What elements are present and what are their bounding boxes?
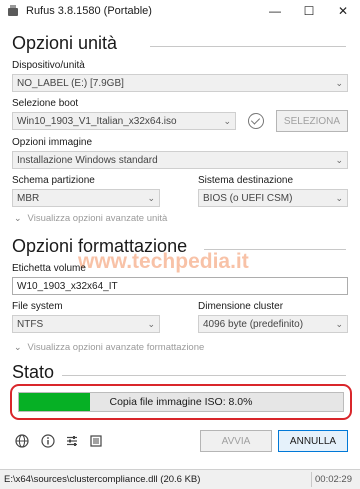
cancel-button[interactable]: ANNULLA: [278, 430, 348, 452]
image-option-label: Opzioni immagine: [12, 137, 93, 148]
advanced-format-options-toggle[interactable]: ⌄ Visualizza opzioni avanzate formattazi…: [14, 342, 204, 353]
maximize-button[interactable]: ☐: [292, 0, 326, 22]
partition-scheme-select[interactable]: MBR ⌄: [12, 189, 160, 207]
globe-icon[interactable]: [14, 433, 30, 449]
start-button[interactable]: AVVIA: [200, 430, 272, 452]
chevron-down-icon: ⌄: [147, 193, 155, 203]
section-divider: [62, 375, 346, 376]
drive-properties-heading: Opzioni unità: [12, 33, 118, 53]
image-option-value: Installazione Windows standard: [17, 154, 158, 166]
filesystem-select[interactable]: NTFS ⌄: [12, 315, 160, 333]
chevron-down-icon: ⌄: [14, 342, 22, 352]
volume-label-input[interactable]: W10_1903_x32x64_IT: [12, 277, 348, 295]
device-select[interactable]: NO_LABEL (E:) [7.9GB] ⌄: [12, 74, 348, 92]
settings-sliders-icon[interactable]: [64, 433, 80, 449]
checksum-icon[interactable]: [248, 113, 264, 129]
status-bar: E:\x64\sources\clustercompliance.dll (20…: [0, 469, 360, 489]
chevron-down-icon: ⌄: [14, 213, 22, 223]
section-divider: [150, 46, 346, 47]
status-file-path: E:\x64\sources\clustercompliance.dll (20…: [4, 474, 201, 485]
advanced-format-options-label: Visualizza opzioni avanzate formattazion…: [27, 342, 205, 353]
chevron-down-icon: ⌄: [335, 193, 343, 203]
minimize-button[interactable]: —: [258, 0, 292, 22]
target-system-select[interactable]: BIOS (o UEFI CSM) ⌄: [198, 189, 348, 207]
status-heading: Stato: [12, 362, 55, 382]
boot-selection-select[interactable]: Win10_1903_V1_Italian_x32x64.iso ⌄: [12, 112, 236, 130]
title-bar: Rufus 3.8.1580 (Portable) — ☐ ✕: [0, 0, 360, 22]
target-system-value: BIOS (o UEFI CSM): [203, 192, 293, 204]
device-label: Dispositivo/unità: [12, 60, 85, 71]
watermark-text: www.techpedia.it: [78, 250, 249, 273]
chevron-down-icon: ⌄: [335, 319, 343, 329]
boot-selection-label: Selezione boot: [12, 98, 79, 109]
cluster-size-select[interactable]: 4096 byte (predefinito) ⌄: [198, 315, 348, 333]
window-title: Rufus 3.8.1580 (Portable): [26, 5, 152, 17]
partition-scheme-label: Schema partizione: [12, 175, 95, 186]
elapsed-time: 00:02:29: [315, 474, 352, 485]
advanced-drive-options-label: Visualizza opzioni avanzate unità: [27, 213, 168, 224]
volume-label-label: Etichetta volume: [12, 263, 86, 274]
filesystem-value: NTFS: [17, 318, 44, 330]
cluster-size-value: 4096 byte (predefinito): [203, 318, 304, 330]
boot-selection-value: Win10_1903_V1_Italian_x32x64.iso: [17, 115, 177, 127]
usb-drive-icon: [6, 4, 20, 18]
image-option-select[interactable]: Installazione Windows standard ⌄: [12, 151, 348, 169]
chevron-down-icon: ⌄: [223, 116, 231, 126]
device-value: NO_LABEL (E:) [7.9GB]: [17, 77, 124, 89]
chevron-down-icon: ⌄: [335, 155, 343, 165]
log-icon[interactable]: [88, 433, 104, 449]
progress-text: Copia file immagine ISO: 8.0%: [109, 396, 253, 408]
progress-bar: Copia file immagine ISO: 8.0%: [18, 392, 344, 412]
advanced-drive-options-toggle[interactable]: ⌄ Visualizza opzioni avanzate unità: [14, 213, 167, 224]
info-icon[interactable]: [40, 433, 56, 449]
partition-scheme-value: MBR: [17, 192, 40, 204]
chevron-down-icon: ⌄: [335, 78, 343, 88]
cluster-size-label: Dimensione cluster: [198, 301, 284, 312]
filesystem-label: File system: [12, 301, 63, 312]
status-separator: [311, 472, 312, 487]
select-image-button[interactable]: SELEZIONA: [276, 110, 348, 132]
close-button[interactable]: ✕: [326, 0, 360, 22]
chevron-down-icon: ⌄: [147, 319, 155, 329]
target-system-label: Sistema destinazione: [198, 175, 294, 186]
